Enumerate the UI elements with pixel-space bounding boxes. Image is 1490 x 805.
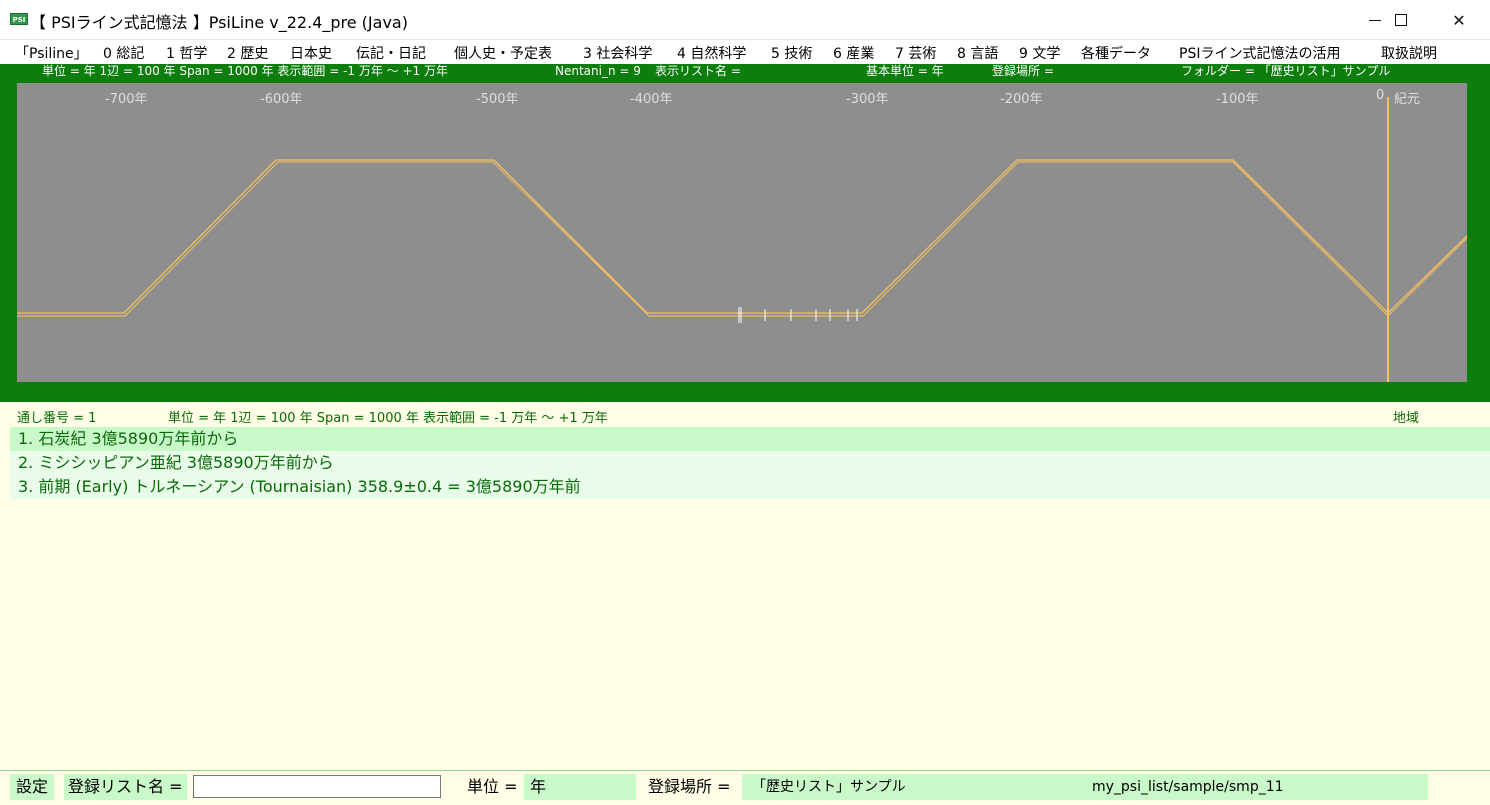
menu-philosophy[interactable]: 1 哲学 bbox=[166, 43, 207, 63]
menu-language[interactable]: 8 言語 bbox=[957, 43, 998, 63]
menu-bar: 「Psiline」 0 総記 1 哲学 2 歴史 日本史 伝記・日記 個人史・予… bbox=[0, 40, 1490, 64]
chart-base-unit: 基本単位 = 年 bbox=[866, 64, 944, 78]
close-icon: ✕ bbox=[1452, 10, 1466, 30]
menu-personal-history[interactable]: 個人史・予定表 bbox=[454, 43, 552, 63]
close-button[interactable]: ✕ bbox=[1436, 0, 1482, 40]
menu-biography[interactable]: 伝記・日記 bbox=[356, 43, 426, 63]
menu-japanese-history[interactable]: 日本史 bbox=[290, 43, 332, 63]
chart-unit-info: 単位 = 年 1辺 = 100 年 Span = 1000 年 表示範囲 = -… bbox=[42, 64, 448, 78]
maximize-button[interactable] bbox=[1378, 0, 1424, 40]
psi-line-outer bbox=[17, 159, 1467, 314]
region-label: 地域 bbox=[1393, 411, 1420, 426]
menu-data[interactable]: 各種データ bbox=[1081, 43, 1151, 63]
menu-industry[interactable]: 6 産業 bbox=[833, 43, 874, 63]
menu-history[interactable]: 2 歴史 bbox=[227, 43, 268, 63]
detail-panel: 通し番号 = 1 単位 = 年 1辺 = 100 年 Span = 1000 年… bbox=[0, 402, 1490, 770]
list-name-input[interactable] bbox=[193, 775, 441, 798]
list-item[interactable]: 1. 石炭紀 3億5890万年前から bbox=[10, 427, 1490, 451]
menu-natural-science[interactable]: 4 自然科学 bbox=[677, 43, 746, 63]
psi-line-inner bbox=[17, 161, 1467, 317]
serial-number: 通し番号 = 1 bbox=[17, 411, 97, 426]
timeline-frame: 単位 = 年 1辺 = 100 年 Span = 1000 年 表示範囲 = -… bbox=[0, 64, 1490, 402]
event-ticks bbox=[738, 307, 858, 323]
menu-arts[interactable]: 7 芸術 bbox=[895, 43, 936, 63]
unit-info: 単位 = 年 1辺 = 100 年 Span = 1000 年 表示範囲 = -… bbox=[168, 411, 608, 426]
window-title: 【 PSIライン式記憶法 】PsiLine v_22.4_pre (Java) bbox=[30, 13, 408, 32]
menu-literature[interactable]: 9 文学 bbox=[1019, 43, 1060, 63]
maximize-icon bbox=[1395, 14, 1407, 26]
chart-list-name: 表示リスト名 = bbox=[655, 64, 741, 78]
bottom-bar: 設定 登録リスト名 = 単位 = 年 登録場所 = 「歴史リスト」サンプル my… bbox=[0, 770, 1490, 805]
menu-usage[interactable]: PSIライン式記憶法の活用 bbox=[1179, 43, 1340, 63]
menu-manual[interactable]: 取扱説明 bbox=[1381, 43, 1437, 63]
app-icon: PSI bbox=[10, 13, 28, 25]
menu-general[interactable]: 0 総記 bbox=[103, 43, 144, 63]
item-list: 1. 石炭紀 3億5890万年前から 2. ミシシッピアン亜紀 3億5890万年… bbox=[10, 427, 1490, 499]
chart-location: 登録場所 = bbox=[992, 64, 1054, 78]
location-label: 登録場所 = bbox=[648, 777, 731, 796]
location-path: my_psi_list/sample/smp_11 bbox=[1092, 779, 1284, 795]
title-bar: PSI 【 PSIライン式記憶法 】PsiLine v_22.4_pre (Ja… bbox=[0, 0, 1490, 40]
unit-value: 年 bbox=[524, 774, 636, 800]
list-item[interactable]: 2. ミシシッピアン亜紀 3億5890万年前から bbox=[10, 451, 1490, 475]
psi-line-graph bbox=[17, 97, 1467, 382]
chart-folder: フォルダー = 「歴史リスト」サンプル bbox=[1181, 64, 1391, 78]
chart-nentani: Nentani_n = 9 bbox=[555, 64, 641, 78]
menu-social-science[interactable]: 3 社会科学 bbox=[583, 43, 652, 63]
settings-button[interactable]: 設定 bbox=[10, 774, 55, 800]
list-name-label: 登録リスト名 = bbox=[64, 774, 187, 800]
location-value: 「歴史リスト」サンプル bbox=[742, 774, 1428, 800]
list-item[interactable]: 3. 前期 (Early) トルネーシアン (Tournaisian) 358.… bbox=[10, 475, 1490, 499]
menu-psiline[interactable]: 「Psiline」 bbox=[15, 43, 88, 63]
unit-label: 単位 = bbox=[467, 777, 518, 796]
timeline-plot[interactable]: -700年 -600年 -500年 -400年 -300年 -200年 -100… bbox=[17, 83, 1467, 382]
menu-technology[interactable]: 5 技術 bbox=[771, 43, 812, 63]
